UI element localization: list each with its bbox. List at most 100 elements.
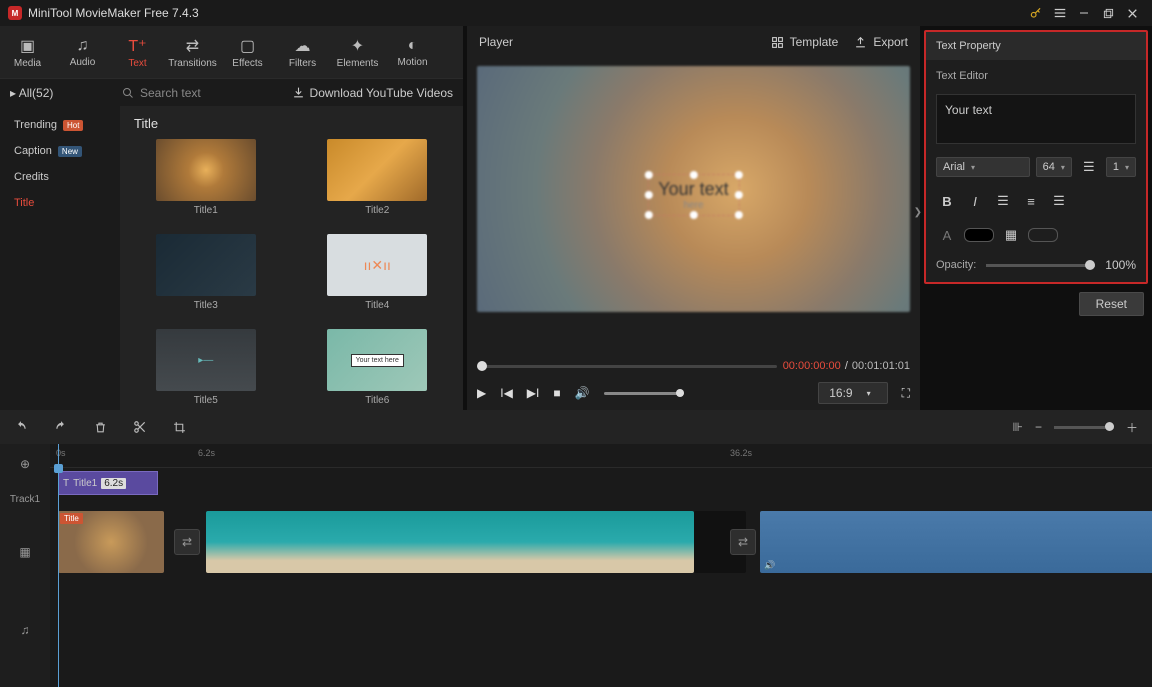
close-icon[interactable] — [1120, 1, 1144, 25]
volume-icon[interactable]: 🔊 — [575, 386, 590, 400]
preview-canvas[interactable]: Your text here — [477, 66, 910, 312]
tab-effects[interactable]: ▢Effects — [220, 26, 275, 78]
next-frame-button[interactable]: ▶I — [527, 386, 540, 400]
align-right-button[interactable]: ☰ — [1048, 190, 1070, 212]
align-center-button[interactable]: ≡ — [1020, 190, 1042, 212]
video-clip-3[interactable]: 🔊 — [760, 511, 1152, 573]
reset-button[interactable]: Reset — [1079, 292, 1144, 316]
resize-handle[interactable] — [644, 211, 652, 219]
resize-handle[interactable] — [689, 211, 697, 219]
crop-button[interactable] — [173, 421, 186, 434]
title-thumb-4[interactable]: ıı✕ııTitle4 — [306, 234, 450, 311]
search-input[interactable]: Search text — [122, 86, 201, 100]
resize-handle[interactable] — [735, 191, 743, 199]
tab-media[interactable]: ▣Media — [0, 26, 55, 78]
sidebar-item-credits[interactable]: Credits — [0, 164, 120, 190]
text-clip-icon: T — [63, 478, 69, 489]
timeline-ruler[interactable]: 0s 6.2s 36.2s — [50, 444, 1152, 468]
timeline-area[interactable]: 0s 6.2s 36.2s T Title1 6.2s Title ⇄ ⇄ 🔊 — [50, 444, 1152, 687]
zoom-out-button[interactable]: − — [1035, 420, 1042, 434]
align-left-button[interactable]: ☰ — [992, 190, 1014, 212]
bg-color-swatch[interactable] — [1028, 228, 1058, 242]
redo-button[interactable] — [54, 420, 68, 434]
export-button[interactable]: Export — [854, 35, 908, 49]
title-thumb-2[interactable]: Title2 — [306, 139, 450, 216]
bold-button[interactable]: B — [936, 190, 958, 212]
zoom-slider[interactable] — [1054, 426, 1114, 429]
expand-panel-icon[interactable]: ❯ — [914, 207, 922, 218]
line-height-select[interactable]: 1▾ — [1106, 157, 1136, 177]
delete-button[interactable] — [94, 421, 107, 434]
title-clip[interactable]: T Title1 6.2s — [58, 471, 158, 495]
minimize-icon[interactable] — [1072, 1, 1096, 25]
opacity-knob[interactable] — [1085, 260, 1095, 270]
tab-transitions[interactable]: ⇄Transitions — [165, 26, 220, 78]
download-youtube-button[interactable]: Download YouTube Videos — [292, 86, 453, 100]
fit-button[interactable]: ⊪ — [1013, 420, 1023, 434]
resize-handle[interactable] — [644, 191, 652, 199]
title-thumb-5[interactable]: ▸—Title5 — [134, 329, 278, 406]
category-all[interactable]: ▸ All(52) — [10, 86, 110, 100]
text-property-panel: Text Property Text Editor Your text Aria… — [924, 30, 1148, 284]
progress-bar[interactable] — [477, 365, 777, 368]
add-track-button[interactable]: ⊕ — [0, 444, 50, 484]
zoom-in-button[interactable]: ＋ — [1126, 419, 1138, 436]
resize-handle[interactable] — [644, 171, 652, 179]
text-editor-input[interactable]: Your text — [936, 94, 1136, 144]
time-display: 00:00:00:00 / 00:01:01:01 — [783, 360, 910, 372]
font-select[interactable]: Arial▾ — [936, 157, 1030, 177]
thumb-image — [156, 139, 256, 201]
upgrade-key-icon[interactable] — [1024, 1, 1048, 25]
maximize-icon[interactable] — [1096, 1, 1120, 25]
italic-button[interactable]: I — [964, 190, 986, 212]
filters-icon: ☁ — [295, 36, 311, 56]
transition-icon: ⇄ — [186, 36, 199, 56]
text-color-icon: A — [936, 224, 958, 246]
menu-icon[interactable] — [1048, 1, 1072, 25]
volume-slider[interactable] — [604, 392, 684, 395]
volume-knob[interactable] — [676, 389, 684, 397]
resize-handle[interactable] — [689, 171, 697, 179]
title-thumb-1[interactable]: Title1 — [134, 139, 278, 216]
prev-frame-button[interactable]: I◀ — [500, 386, 513, 400]
playhead[interactable] — [58, 444, 59, 687]
font-size-select[interactable]: 64▾ — [1036, 157, 1072, 177]
chevron-down-icon: ▾ — [1125, 163, 1129, 172]
undo-button[interactable] — [14, 420, 28, 434]
thumb-image: Your text here — [327, 329, 427, 391]
video-track-icon[interactable]: ▦ — [0, 532, 50, 572]
zoom-knob[interactable] — [1105, 422, 1114, 431]
text-color-swatch[interactable] — [964, 228, 994, 242]
aspect-ratio-select[interactable]: 16:9▾ — [818, 382, 887, 404]
sidebar-item-trending[interactable]: TrendingHot — [0, 112, 120, 138]
transition-marker[interactable]: ⇄ — [174, 529, 200, 555]
opacity-slider[interactable] — [986, 264, 1095, 267]
resize-handle[interactable] — [735, 171, 743, 179]
resize-handle[interactable] — [735, 211, 743, 219]
progress-knob[interactable] — [477, 361, 487, 371]
title-thumb-6[interactable]: Your text hereTitle6 — [306, 329, 450, 406]
fullscreen-button[interactable]: ⛶ — [902, 386, 910, 401]
tab-filters[interactable]: ☁Filters — [275, 26, 330, 78]
sidebar-item-caption[interactable]: CaptionNew — [0, 138, 120, 164]
main-toolbar: ▣Media ♫Audio T⁺Text ⇄Transitions ▢Effec… — [0, 26, 463, 78]
transition-marker[interactable]: ⇄ — [730, 529, 756, 555]
title-thumb-3[interactable]: Title3 — [134, 234, 278, 311]
video-clip-2[interactable] — [206, 511, 694, 573]
music-icon: ♫ — [77, 37, 89, 55]
tab-text[interactable]: T⁺Text — [110, 26, 165, 78]
audio-track-icon[interactable]: ♫ — [0, 610, 50, 650]
play-button[interactable]: ▶ — [477, 386, 486, 400]
player-panel: Player Template Export Your text here — [467, 26, 920, 410]
template-button[interactable]: Template — [771, 35, 839, 49]
stop-button[interactable]: ■ — [553, 386, 560, 400]
text-overlay[interactable]: Your text here — [647, 174, 739, 216]
video-clip-1[interactable]: Title — [58, 511, 164, 573]
search-icon — [122, 87, 134, 99]
tab-motion[interactable]: ◐Motion — [385, 26, 440, 78]
split-button[interactable] — [133, 420, 147, 434]
tab-audio[interactable]: ♫Audio — [55, 26, 110, 78]
tab-elements[interactable]: ✦Elements — [330, 26, 385, 78]
title-tag: Title — [60, 513, 83, 524]
sidebar-item-title[interactable]: Title — [0, 190, 120, 216]
